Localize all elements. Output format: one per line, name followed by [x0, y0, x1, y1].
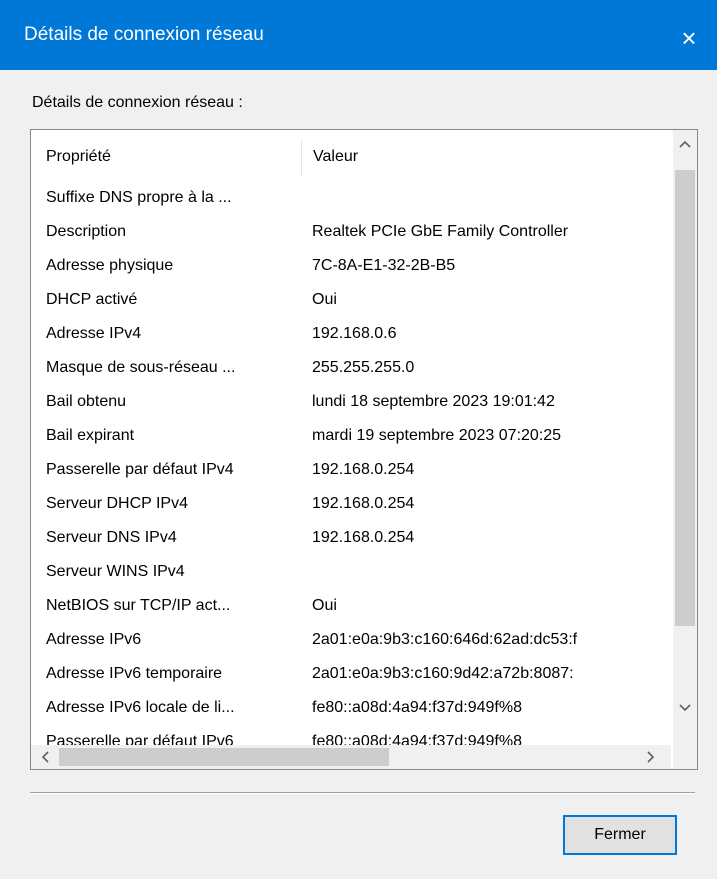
property-cell: Serveur DHCP IPv4 [46, 495, 188, 512]
table-row[interactable]: Serveur DNS IPv4 192.168.0.254 [31, 522, 671, 556]
chevron-up-icon[interactable] [673, 132, 697, 156]
chevron-right-icon[interactable] [639, 745, 663, 769]
chevron-down-icon[interactable] [673, 696, 697, 720]
property-cell: Passerelle par défaut IPv4 [46, 461, 234, 478]
value-cell: Realtek PCIe GbE Family Controller [312, 223, 569, 240]
property-cell: Adresse IPv6 [46, 631, 142, 648]
table-row[interactable]: Passerelle par défaut IPv6 fe80::a08d:4a9… [31, 726, 671, 747]
property-cell: Bail expirant [46, 427, 135, 444]
value-cell: 2a01:e0a:9b3:c160:9d42:a72b:8087: [312, 665, 574, 682]
value-cell: 192.168.0.6 [312, 325, 397, 342]
dialog-window: Détails de connexion réseau × Détails de… [0, 0, 717, 879]
details-listview[interactable]: Propriété Valeur Suffixe DNS propre à la… [30, 129, 698, 770]
table-row[interactable]: NetBIOS sur TCP/IP act... Oui [31, 590, 671, 624]
value-cell: 255.255.255.0 [312, 359, 415, 376]
property-cell: NetBIOS sur TCP/IP act... [46, 597, 231, 614]
vertical-scroll-thumb[interactable] [675, 170, 695, 626]
value-cell: 2a01:e0a:9b3:c160:646d:62ad:dc53:f [312, 631, 578, 648]
table-row[interactable]: Description Realtek PCIe GbE Family Contr… [31, 216, 671, 250]
value-cell: 192.168.0.254 [312, 461, 415, 478]
window-title: Détails de connexion réseau [24, 24, 264, 45]
value-cell: lundi 18 septembre 2023 19:01:42 [312, 393, 555, 410]
property-cell: Bail obtenu [46, 393, 127, 410]
list-header: Propriété Valeur [31, 130, 671, 180]
chevron-left-icon[interactable] [33, 745, 57, 769]
property-cell: Serveur DNS IPv4 [46, 529, 177, 546]
table-row[interactable]: DHCP activé Oui [31, 284, 671, 318]
table-row[interactable]: Suffixe DNS propre à la ... [31, 182, 671, 216]
list-rows: Suffixe DNS propre à la ... Description Re… [31, 182, 671, 747]
property-cell: Serveur WINS IPv4 [46, 563, 185, 580]
property-cell: Adresse IPv4 [46, 325, 142, 342]
table-row[interactable]: Serveur DHCP IPv4 192.168.0.254 [31, 488, 671, 522]
table-row[interactable]: Masque de sous-réseau ... 255.255.255.0 [31, 352, 671, 386]
property-cell: Description [46, 223, 127, 240]
value-cell: 192.168.0.254 [312, 495, 415, 512]
property-cell: Adresse physique [46, 257, 174, 274]
divider-highlight [30, 793, 695, 794]
column-header-value[interactable]: Valeur [313, 148, 358, 166]
column-divider[interactable] [301, 140, 302, 176]
title-bar: Détails de connexion réseau × [0, 0, 717, 70]
table-row[interactable]: Passerelle par défaut IPv4 192.168.0.254 [31, 454, 671, 488]
vertical-scrollbar[interactable] [673, 130, 697, 745]
group-label: Détails de connexion réseau : [32, 94, 243, 111]
table-row[interactable]: Adresse IPv4 192.168.0.6 [31, 318, 671, 352]
scrollbar-corner [673, 745, 697, 769]
table-row[interactable]: Bail obtenu lundi 18 septembre 2023 19:01… [31, 386, 671, 420]
value-cell: mardi 19 septembre 2023 07:20:25 [312, 427, 562, 444]
value-cell: Oui [312, 291, 337, 308]
property-cell: Adresse IPv6 temporaire [46, 665, 223, 682]
close-icon[interactable]: × [661, 17, 717, 59]
property-cell: Adresse IPv6 locale de li... [46, 699, 235, 716]
table-row[interactable]: Adresse IPv6 locale de li... fe80::a08d:4… [31, 692, 671, 726]
column-header-property[interactable]: Propriété [46, 148, 111, 166]
table-row[interactable]: Adresse physique 7C-8A-E1-32-2B-B5 [31, 250, 671, 284]
property-cell: Masque de sous-réseau ... [46, 359, 236, 376]
close-button[interactable]: Fermer [563, 815, 677, 855]
horizontal-scrollbar[interactable] [31, 745, 671, 769]
table-row[interactable]: Bail expirant mardi 19 septembre 2023 07:… [31, 420, 671, 454]
table-row[interactable]: Adresse IPv6 temporaire 2a01:e0a:9b3:c160… [31, 658, 671, 692]
value-cell: fe80::a08d:4a94:f37d:949f%8 [312, 699, 522, 716]
value-cell: Oui [312, 597, 337, 614]
table-row[interactable]: Adresse IPv6 2a01:e0a:9b3:c160:646d:62ad:… [31, 624, 671, 658]
value-cell: 192.168.0.254 [312, 529, 415, 546]
property-cell: Suffixe DNS propre à la ... [46, 189, 232, 206]
table-row[interactable]: Serveur WINS IPv4 [31, 556, 671, 590]
property-cell: DHCP activé [46, 291, 138, 308]
value-cell: 7C-8A-E1-32-2B-B5 [312, 257, 456, 274]
horizontal-scroll-thumb[interactable] [59, 748, 389, 766]
